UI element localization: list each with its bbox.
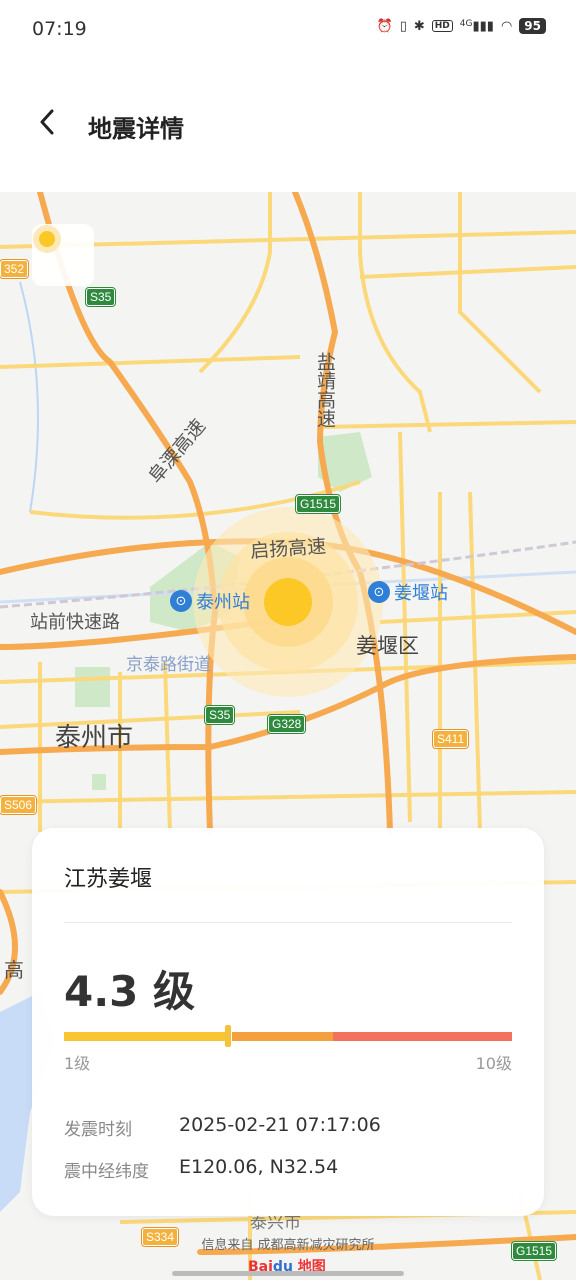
map-label-taizhou-city: 泰州市 — [55, 723, 134, 753]
highway-shield: S411 — [431, 729, 470, 749]
map-label-yanjing-expressway: 盐靖高速 — [314, 352, 336, 428]
status-bar: 07:19 ⏰ ▯ ✱ HD 4G▮▮▮ ◠ 95 — [0, 0, 576, 60]
map-station-taizhou[interactable]: ⊙ 泰州站 — [170, 588, 250, 614]
station-label: 泰州站 — [196, 592, 250, 613]
vibrate-icon: ▯ — [399, 18, 407, 34]
scale-segment-low — [64, 1032, 226, 1041]
back-button[interactable] — [30, 105, 64, 139]
home-indicator[interactable] — [172, 1271, 404, 1276]
scale-segment-high — [333, 1032, 512, 1041]
wifi-icon: ◠ — [500, 18, 513, 34]
epicenter-coords-value: E120.06, N32.54 — [179, 1156, 339, 1178]
sun-icon — [33, 225, 61, 253]
scale-min-label: 1级 — [64, 1054, 91, 1073]
magnitude-scale-bar — [64, 1025, 512, 1047]
header: 地震详情 — [0, 60, 576, 192]
origin-time-value: 2025-02-21 07:17:06 — [179, 1114, 381, 1136]
map-station-jiangyan[interactable]: ⊙ 姜堰站 — [368, 579, 448, 605]
map-label-jingtai-street: 京泰路街道 — [126, 655, 211, 675]
origin-time-label: 发震时刻 — [64, 1120, 132, 1140]
epicenter-coords-label: 震中经纬度 — [64, 1162, 149, 1182]
train-station-icon: ⊙ — [368, 581, 390, 603]
map-label-zhanqian-road: 站前快速路 — [30, 612, 120, 633]
magnitude-marker — [225, 1025, 231, 1047]
status-icons: ⏰ ▯ ✱ HD 4G▮▮▮ ◠ 95 — [377, 18, 546, 34]
train-station-icon: ⊙ — [170, 590, 192, 612]
chevron-left-icon — [40, 109, 54, 135]
magnitude-value: 4.3 级 — [64, 967, 196, 1016]
scale-segment-mid — [232, 1032, 333, 1041]
highway-shield: S35 — [84, 287, 117, 307]
earthquake-info-card: 江苏姜堰 4.3 级 1级 10级 发震时刻 2025-02-21 07:17:… — [32, 828, 544, 1216]
locate-epicenter-button[interactable] — [32, 224, 94, 286]
highway-shield: G1515 — [294, 494, 342, 514]
highway-shield: S35 — [203, 705, 236, 725]
highway-shield: S506 — [0, 795, 38, 815]
map-label-gao: 高 — [4, 958, 24, 982]
location-name: 江苏姜堰 — [64, 867, 153, 892]
divider — [64, 922, 512, 923]
hd-icon: HD — [431, 20, 453, 32]
station-label: 姜堰站 — [394, 583, 448, 604]
alarm-icon: ⏰ — [376, 18, 393, 34]
signal-icon: 4G▮▮▮ — [459, 18, 494, 34]
status-time: 07:19 — [32, 18, 87, 40]
bluetooth-icon: ✱ — [413, 18, 425, 34]
highway-shield: G328 — [266, 714, 307, 734]
highway-shield: 352 — [0, 259, 30, 279]
data-source-text: 信息来自 成都高新减灾研究所 — [201, 1238, 375, 1253]
map-label-jiangyan-district: 姜堰区 — [356, 634, 419, 658]
map-label-qiyang-expressway: 启扬高速 — [249, 535, 327, 563]
page-title: 地震详情 — [88, 115, 184, 143]
scale-max-label: 10级 — [475, 1054, 512, 1073]
battery-icon: 95 — [519, 18, 546, 34]
